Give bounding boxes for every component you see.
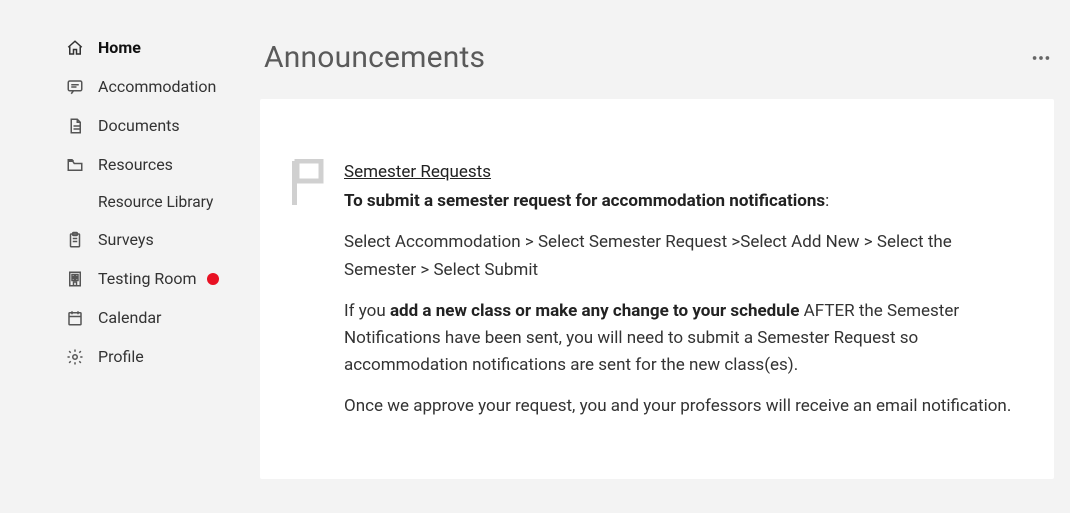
sidebar-item-profile[interactable]: Profile bbox=[0, 337, 260, 376]
cond-pre: If you bbox=[344, 301, 390, 321]
gear-icon bbox=[66, 348, 84, 366]
sidebar-item-label: Profile bbox=[98, 347, 144, 366]
announcement-item: Semester Requests To submit a semester r… bbox=[286, 159, 1014, 421]
announcement-body: Semester Requests To submit a semester r… bbox=[344, 159, 1014, 421]
sidebar-item-label: Accommodation bbox=[98, 77, 216, 96]
sidebar-item-testing-room[interactable]: Testing Room bbox=[0, 259, 260, 298]
sidebar-item-resources[interactable]: Resources bbox=[0, 145, 260, 184]
clipboard-icon bbox=[66, 231, 84, 249]
sidebar-item-label: Home bbox=[98, 38, 141, 57]
nav-list: Home Accommodation Documents Resources bbox=[0, 28, 260, 376]
page-title: Announcements bbox=[264, 40, 485, 75]
sidebar-item-calendar[interactable]: Calendar bbox=[0, 298, 260, 337]
notification-dot bbox=[207, 273, 219, 285]
flag-icon bbox=[286, 159, 344, 421]
sidebar-item-label: Documents bbox=[98, 116, 180, 135]
document-icon bbox=[66, 117, 84, 135]
announcement-steps: Select Accommodation > Select Semester R… bbox=[344, 229, 1014, 283]
calendar-icon bbox=[66, 309, 84, 327]
home-icon bbox=[66, 39, 84, 57]
folder-icon bbox=[66, 156, 84, 174]
sidebar-item-label: Calendar bbox=[98, 308, 161, 327]
main-content: Announcements Semester Requests To submi… bbox=[260, 0, 1070, 513]
announcement-title-link[interactable]: Semester Requests bbox=[344, 159, 491, 186]
chat-icon bbox=[66, 78, 84, 96]
sidebar-subitem-label: Resource Library bbox=[98, 193, 213, 211]
main-header: Announcements bbox=[260, 0, 1070, 99]
sidebar-item-label: Surveys bbox=[98, 230, 154, 249]
cond-bold: add a new class or make any change to yo… bbox=[390, 301, 800, 321]
sidebar-item-documents[interactable]: Documents bbox=[0, 106, 260, 145]
announcements-card: Semester Requests To submit a semester r… bbox=[260, 99, 1054, 479]
building-icon bbox=[66, 270, 84, 288]
more-options-button[interactable] bbox=[1030, 47, 1052, 69]
announcement-condition: If you add a new class or make any chang… bbox=[344, 298, 1014, 380]
sidebar-item-home[interactable]: Home bbox=[0, 28, 260, 67]
colon: : bbox=[825, 191, 829, 211]
announcement-closing: Once we approve your request, you and yo… bbox=[344, 393, 1014, 420]
sidebar-item-label: Testing Room bbox=[98, 269, 197, 288]
announcement-subtitle: To submit a semester request for accommo… bbox=[344, 191, 825, 211]
sidebar-subitem-resource-library[interactable]: Resource Library bbox=[0, 184, 260, 220]
sidebar-item-accommodation[interactable]: Accommodation bbox=[0, 67, 260, 106]
sidebar-item-surveys[interactable]: Surveys bbox=[0, 220, 260, 259]
sidebar-item-label: Resources bbox=[98, 155, 173, 174]
sidebar: Home Accommodation Documents Resources bbox=[0, 0, 260, 513]
